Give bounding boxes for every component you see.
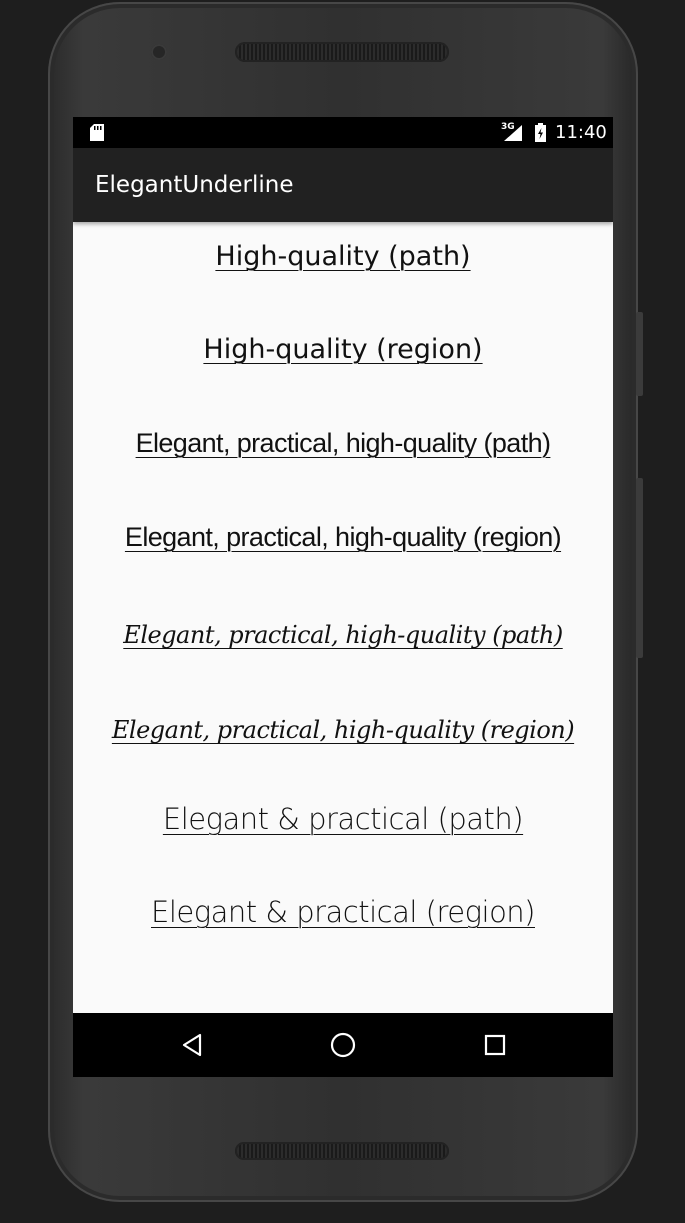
front-camera <box>151 44 167 60</box>
power-button[interactable] <box>636 312 643 396</box>
signal-icon <box>504 125 522 141</box>
earpiece-speaker <box>235 42 449 62</box>
list-item: Elegant, practical, high-quality (path) <box>123 621 563 649</box>
content-list: High-quality (path) High-quality (region… <box>73 222 613 1013</box>
app-bar: ElegantUnderline <box>73 148 613 222</box>
volume-rocker[interactable] <box>636 478 643 658</box>
list-item: Elegant, practical, high-quality (region… <box>111 716 575 744</box>
app-title: ElegantUnderline <box>95 172 294 198</box>
status-time: 11:40 <box>555 122 607 143</box>
navigation-bar <box>73 1013 613 1077</box>
status-bar: 3G 11:40 <box>73 117 613 148</box>
sd-card-icon <box>90 124 104 141</box>
list-item: High-quality (path) <box>215 241 471 272</box>
list-item: High-quality (region) <box>203 334 483 365</box>
recents-icon[interactable] <box>479 1029 511 1061</box>
bottom-speaker <box>235 1142 449 1160</box>
list-item: Elegant & practical (region) <box>151 895 536 929</box>
list-item: Elegant, practical, high-quality (region… <box>124 522 562 552</box>
battery-icon <box>535 123 546 142</box>
list-item: Elegant, practical, high-quality (path) <box>135 428 551 458</box>
back-icon[interactable] <box>176 1029 208 1061</box>
device-screen: 3G 11:40 ElegantUnderline High-quality (… <box>73 117 613 1077</box>
home-icon[interactable] <box>327 1029 359 1061</box>
list-item: Elegant & practical (path) <box>162 802 524 836</box>
